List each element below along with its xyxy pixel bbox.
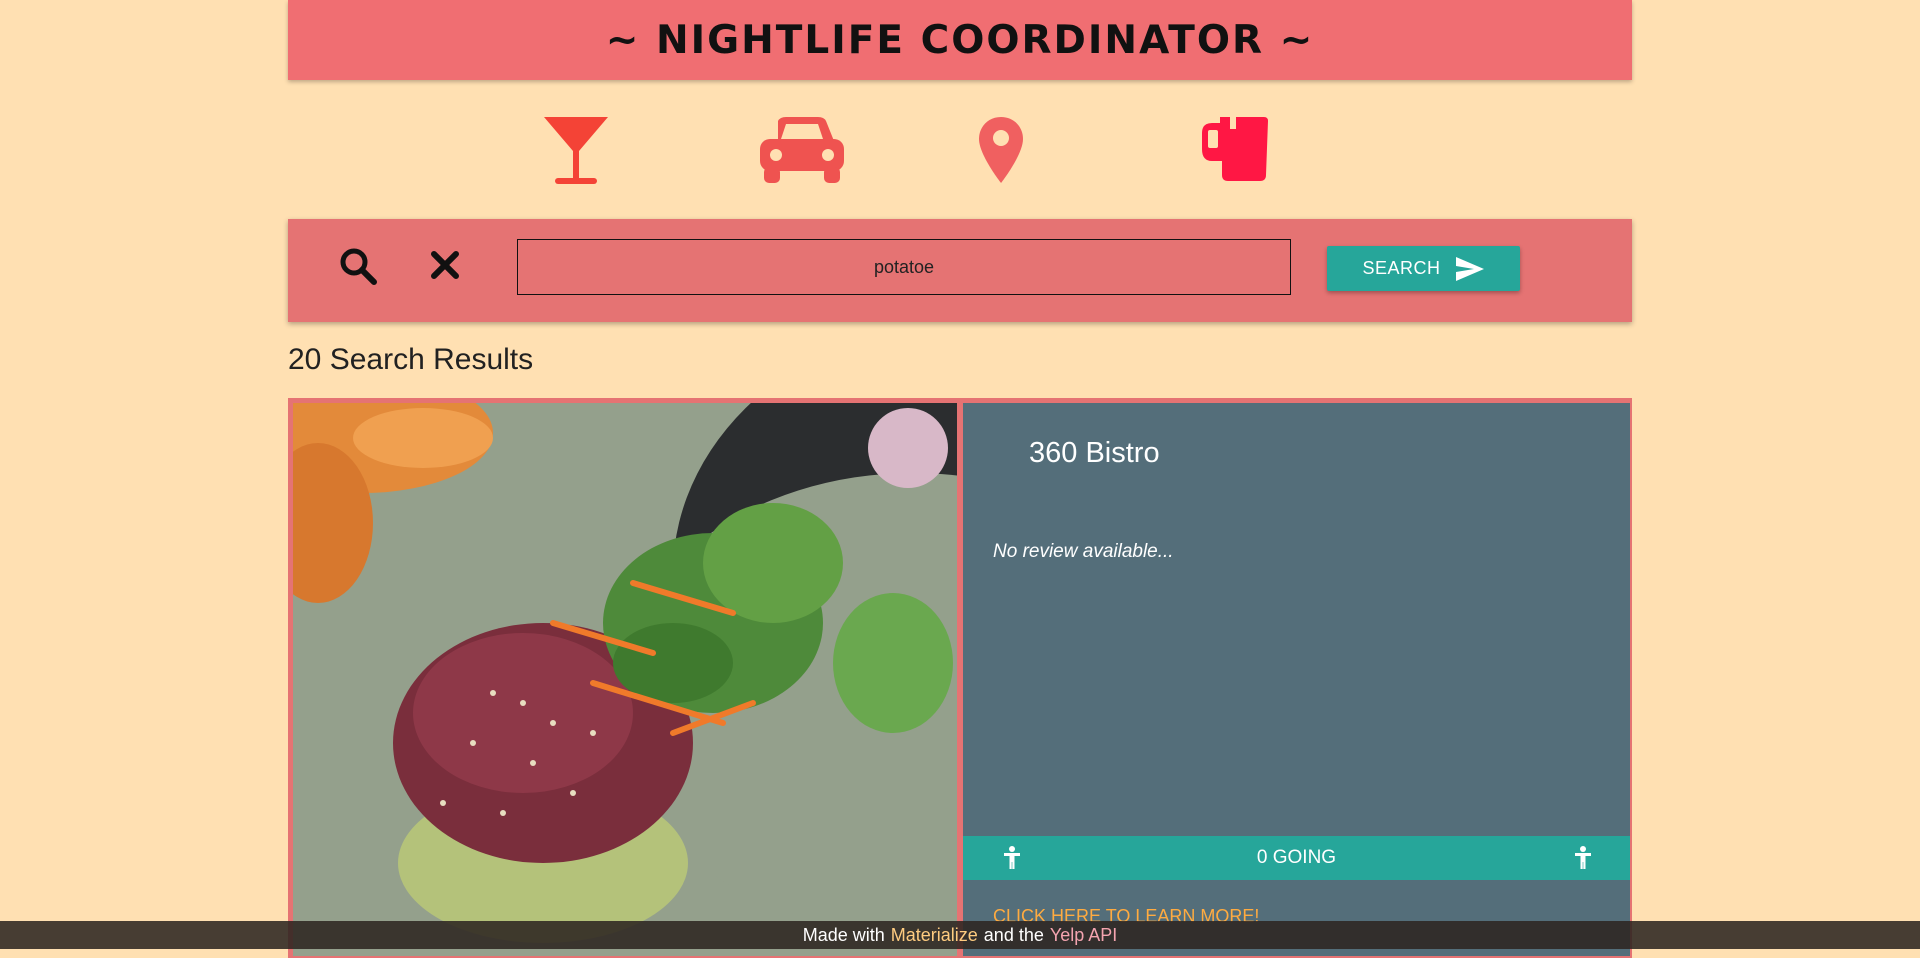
search-bar: SEARCH — [288, 219, 1632, 322]
footer-prefix: Made with — [802, 924, 885, 945]
send-icon — [1455, 256, 1484, 281]
accessibility-icon — [1003, 846, 1021, 876]
search-input[interactable] — [517, 239, 1291, 295]
search-button-label: SEARCH — [1362, 258, 1441, 278]
cocktail-icon[interactable] — [541, 115, 611, 192]
car-icon[interactable] — [758, 115, 846, 190]
footer-middle: and the — [983, 924, 1044, 945]
venue-image — [293, 403, 957, 956]
footer: Made with Materialize and the Yelp API — [0, 921, 1920, 949]
search-button[interactable]: SEARCH — [1327, 246, 1520, 291]
location-pin-icon[interactable] — [977, 115, 1025, 190]
page-title: ~ NIGHTLIFE COORDINATOR ~ — [605, 17, 1315, 63]
venue-name: 360 Bistro — [1029, 437, 1160, 469]
category-icon-row — [288, 105, 1632, 200]
venue-review: No review available... — [993, 541, 1174, 562]
results-count: 20 Search Results — [288, 343, 534, 376]
search-icon[interactable] — [338, 246, 378, 291]
close-icon[interactable] — [430, 250, 460, 285]
beer-mug-icon[interactable] — [1200, 115, 1272, 188]
venue-info-panel: 360 Bistro No review available... 0 GOIN… — [963, 403, 1630, 956]
yelp-api-link[interactable]: Yelp API — [1050, 925, 1117, 946]
materialize-link[interactable]: Materialize — [891, 925, 978, 946]
result-card: 360 Bistro No review available... 0 GOIN… — [288, 398, 1632, 958]
header-bar: ~ NIGHTLIFE COORDINATOR ~ — [288, 0, 1632, 80]
going-button[interactable]: 0 GOING — [963, 836, 1630, 880]
accessibility-icon — [1574, 846, 1592, 876]
going-count: 0 GOING — [1256, 847, 1337, 868]
